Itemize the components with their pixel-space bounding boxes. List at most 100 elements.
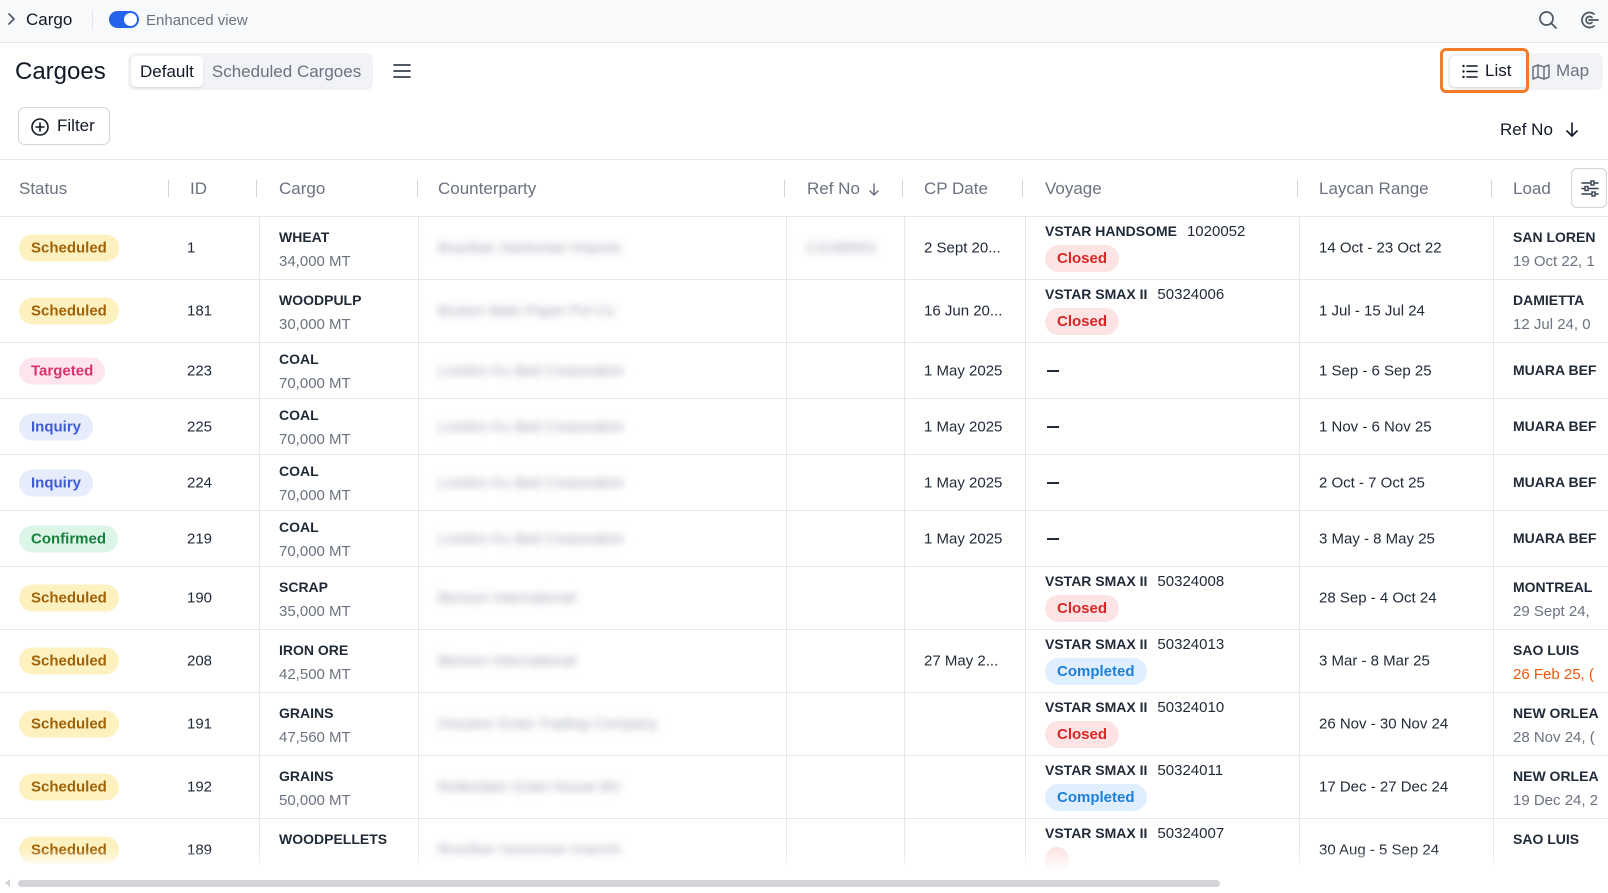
voyage-link[interactable]: VSTAR SMAX II 50324010 [1045, 699, 1224, 716]
load-cell: MUARA BEF [1494, 399, 1608, 454]
laycan-cell: 1 Jul - 15 Jul 24 [1300, 280, 1494, 342]
counterparty-name[interactable]: London Ku Bed Corporation [438, 362, 624, 379]
status-badge[interactable]: Scheduled [19, 647, 119, 675]
status-badge[interactable]: Targeted [19, 357, 106, 384]
column-header-laycan-range[interactable]: Laycan Range [1319, 160, 1429, 217]
counterparty-name[interactable]: Brazilian Santonian Imports [438, 240, 621, 257]
status-badge[interactable]: Scheduled [19, 710, 119, 738]
column-header-cp-date[interactable]: CP Date [924, 160, 988, 217]
filter-button[interactable]: Filter [18, 107, 110, 145]
voyage-link[interactable]: VSTAR SMAX II 50324007 [1045, 825, 1224, 842]
top-bar: Cargo Enhanced view [0, 0, 1608, 43]
menu-icon[interactable] [393, 63, 411, 79]
table-row[interactable]: Scheduled 1 WHEAT 34,000 MT Brazilian Santon… [0, 217, 1608, 280]
cell-divider [1299, 343, 1300, 398]
voyage-number: 50324007 [1157, 824, 1225, 842]
ref-no-cell [787, 455, 905, 510]
counterparty-name[interactable]: Boston Main Paper Pvt Co [438, 303, 615, 320]
status-badge[interactable]: Scheduled [19, 234, 119, 262]
column-settings-button[interactable] [1571, 168, 1607, 208]
enhanced-view-toggle[interactable] [109, 11, 139, 28]
status-badge[interactable]: Inquiry [19, 413, 94, 440]
column-divider[interactable] [1297, 180, 1298, 197]
table-row[interactable]: Scheduled 190 SCRAP 35,000 MT Benson Interna… [0, 567, 1608, 630]
table-row[interactable]: Scheduled 181 WOODPULP 30,000 MT Boston Main… [0, 280, 1608, 343]
counterparty-name[interactable]: Benson International [438, 653, 576, 670]
column-header-ref-no[interactable]: Ref No [807, 160, 880, 217]
laycan-cell: 1 Sep - 6 Sep 25 [1300, 343, 1494, 398]
column-divider[interactable] [902, 180, 903, 197]
cell-divider [786, 630, 787, 692]
column-header-status[interactable]: Status [19, 160, 67, 217]
counterparty-cell: Houston Grain Trading Company [419, 693, 787, 755]
counterparty-name[interactable]: London Ku Bed Corporation [438, 474, 624, 491]
cargo-name: COAL [279, 351, 319, 367]
cargo-name: IRON ORE [279, 641, 349, 658]
column-divider[interactable] [1491, 180, 1492, 197]
cell-divider [1025, 399, 1026, 454]
status-badge[interactable]: Inquiry [19, 469, 94, 496]
tab-scheduled-cargoes[interactable]: Scheduled Cargoes [203, 56, 370, 87]
cargo-quantity: 70,000 MT [279, 375, 351, 392]
table-row[interactable]: Confirmed 219 COAL 70,000 MT London Ku Bed C… [0, 511, 1608, 567]
chevron-right-icon[interactable] [5, 12, 19, 26]
scroll-left-arrow[interactable] [5, 879, 10, 887]
arrow-down-icon[interactable] [1565, 122, 1579, 138]
column-divider[interactable] [417, 180, 418, 197]
counterparty-name[interactable]: London Ku Bed Corporation [438, 530, 624, 547]
table-row[interactable]: Inquiry 225 COAL 70,000 MT London Ku Bed Cor… [0, 399, 1608, 455]
horizontal-scrollbar[interactable] [0, 871, 1608, 893]
counterparty-name[interactable]: Rotterdam Grain House BV [438, 779, 621, 796]
search-icon[interactable] [1538, 10, 1558, 30]
voyage-cell: VSTAR HANDSOME 1020052 Closed [1026, 217, 1300, 279]
column-header-counterparty[interactable]: Counterparty [438, 160, 536, 217]
empty-dash [1047, 537, 1059, 540]
sort-label[interactable]: Ref No [1500, 120, 1553, 140]
counterparty-name[interactable]: Benson International [438, 590, 576, 607]
column-header-ref-no-label: Ref No [807, 179, 860, 198]
column-divider[interactable] [168, 180, 169, 197]
table-row[interactable]: Inquiry 224 COAL 70,000 MT London Ku Bed Cor… [0, 455, 1608, 511]
ref-no-cell [787, 693, 905, 755]
status-badge[interactable]: Scheduled [19, 297, 119, 325]
cargo-cell: COAL 70,000 MT [260, 343, 419, 398]
status-badge[interactable]: Confirmed [19, 525, 118, 552]
column-header-voyage[interactable]: Voyage [1045, 160, 1102, 217]
vessel-name: VSTAR SMAX II [1045, 698, 1148, 715]
voyage-link[interactable]: VSTAR SMAX II 50324008 [1045, 573, 1224, 590]
status-badge[interactable]: Scheduled [19, 584, 119, 612]
table-row[interactable]: Scheduled 191 GRAINS 47,560 MT Houston Grain… [0, 693, 1608, 756]
column-header-id[interactable]: ID [190, 160, 207, 217]
counterparty-name[interactable]: Houston Grain Trading Company [438, 716, 657, 733]
load-date: 29 Sept 24, [1513, 602, 1590, 620]
table-row[interactable]: Targeted 223 COAL 70,000 MT London Ku Bed Co… [0, 343, 1608, 399]
id-cell: 208 [168, 630, 260, 692]
ref-no-cell: CS180001 [787, 217, 905, 279]
voyage-cell: VSTAR SMAX II 50324008 Closed [1026, 567, 1300, 629]
column-divider[interactable] [256, 180, 257, 197]
voyage-link[interactable]: VSTAR HANDSOME 1020052 [1045, 223, 1245, 240]
column-divider[interactable] [784, 180, 785, 197]
status-badge[interactable]: Scheduled [19, 773, 119, 801]
table-row[interactable]: Scheduled 192 GRAINS 50,000 MT Rotterdam Gra… [0, 756, 1608, 819]
cp-date-value: 2 Sept 20... [924, 239, 1001, 257]
voyage-link[interactable]: VSTAR SMAX II 50324011 [1045, 762, 1223, 779]
table-row[interactable]: Scheduled 208 IRON ORE 42,500 MT Benson Inte… [0, 630, 1608, 693]
column-divider[interactable] [1022, 180, 1023, 197]
voyage-link[interactable]: VSTAR SMAX II 50324006 [1045, 286, 1224, 303]
cargo-quantity: 70,000 MT [279, 543, 351, 560]
cell-divider [259, 511, 260, 566]
column-header-load[interactable]: Load [1513, 160, 1551, 217]
laycan-range-value: 26 Nov - 30 Nov 24 [1319, 715, 1449, 733]
tab-default[interactable]: Default [131, 56, 203, 87]
cell-divider [1299, 693, 1300, 755]
account-icon[interactable] [1578, 10, 1600, 30]
voyage-link[interactable]: VSTAR SMAX II 50324013 [1045, 636, 1224, 653]
scrollbar-thumb[interactable] [18, 880, 1220, 887]
cell-divider [259, 630, 260, 692]
counterparty-cell: London Ku Bed Corporation [419, 455, 787, 510]
counterparty-name[interactable]: London Ku Bed Corporation [438, 418, 624, 435]
cp-date-value: 1 May 2025 [924, 530, 1003, 547]
column-header-cargo[interactable]: Cargo [279, 160, 325, 217]
cargo-quantity: 50,000 MT [279, 791, 351, 809]
